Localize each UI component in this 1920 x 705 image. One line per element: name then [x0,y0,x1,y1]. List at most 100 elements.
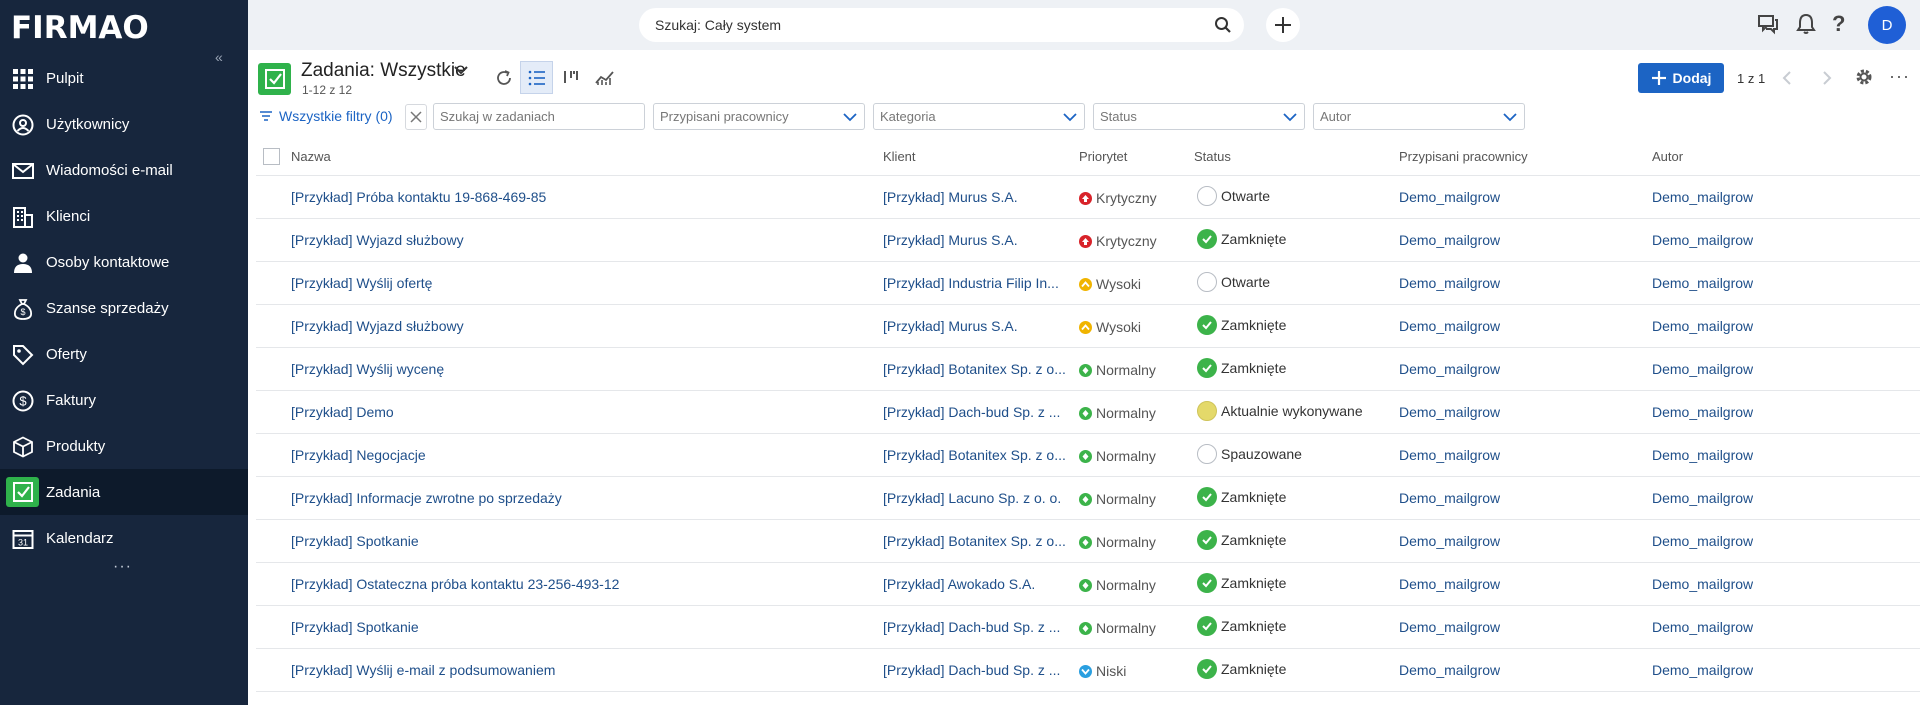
assigned-employee-link[interactable]: Demo_mailgrow [1399,275,1500,291]
task-name-link[interactable]: [Przykład] Wyślij wycenę [291,361,871,377]
client-link[interactable]: [Przykład] Botanitex Sp. z o... [883,533,1071,549]
client-link[interactable]: [Przykład] Dach-bud Sp. z ... [883,619,1071,635]
next-page-icon[interactable] [1821,70,1833,91]
author-link[interactable]: Demo_mailgrow [1652,490,1753,506]
more-options-icon[interactable]: ··· [1889,66,1910,87]
column-header-name[interactable]: Nazwa [291,149,331,164]
client-link[interactable]: [Przykład] Lacuno Sp. z o. o. [883,490,1071,506]
table-row[interactable]: [Przykład] Wyjazd służbowy [Przykład] Mur… [256,219,1920,262]
sidebar-item-oferty[interactable]: Oferty [0,331,248,377]
client-link[interactable]: [Przykład] Botanitex Sp. z o... [883,447,1071,463]
sidebar-item-kalendarz[interactable]: 31 Kalendarz [0,515,248,561]
chevron-down-icon[interactable] [453,63,469,81]
author-link[interactable]: Demo_mailgrow [1652,232,1753,248]
assigned-employee-link[interactable]: Demo_mailgrow [1399,232,1500,248]
gear-icon[interactable] [1854,67,1874,92]
page-title[interactable]: Zadania: Wszystkie [301,60,466,82]
table-row[interactable]: [Przykład] Informacje zwrotne po sprzeda… [256,477,1920,520]
table-row[interactable]: [Przykład] Negocjacje [Przykład] Botanite… [256,434,1920,477]
column-header-priority[interactable]: Priorytet [1079,149,1127,164]
status-cell[interactable]: Aktualnie wykonywane [1197,401,1363,421]
status-cell[interactable]: Zamknięte [1197,315,1286,335]
sidebar-item-uzytkownicy[interactable]: Użytkownicy [0,101,248,147]
assigned-employee-link[interactable]: Demo_mailgrow [1399,576,1500,592]
refresh-button[interactable] [487,61,520,94]
client-link[interactable]: [Przykład] Industria Filip In... [883,275,1071,291]
sidebar-item-faktury[interactable]: $ Faktury [0,377,248,423]
kanban-view-button[interactable] [554,61,587,94]
chat-icon[interactable] [1757,13,1779,39]
client-link[interactable]: [Przykład] Murus S.A. [883,189,1071,205]
clear-filters-button[interactable] [405,104,427,130]
table-row[interactable]: [Przykład] Próba kontaktu 19-868-469-85 [… [256,176,1920,219]
assigned-employee-link[interactable]: Demo_mailgrow [1399,619,1500,635]
table-row[interactable]: [Przykład] Wyjazd służbowy [Przykład] Mur… [256,305,1920,348]
table-row[interactable]: [Przykład] Spotkanie [Przykład] Botanitex… [256,520,1920,563]
column-header-assigned[interactable]: Przypisani pracownicy [1399,149,1528,164]
task-name-link[interactable]: [Przykład] Wyślij e-mail z podsumowaniem [291,662,871,678]
assigned-employee-link[interactable]: Demo_mailgrow [1399,189,1500,205]
assigned-employee-link[interactable]: Demo_mailgrow [1399,662,1500,678]
sidebar-item-osoby-kontaktowe[interactable]: Osoby kontaktowe [0,239,248,285]
table-row[interactable]: [Przykład] Ostateczna próba kontaktu 23-… [256,563,1920,606]
assigned-employee-link[interactable]: Demo_mailgrow [1399,318,1500,334]
global-search-input[interactable]: Szukaj: Cały system [639,8,1244,42]
task-name-link[interactable]: [Przykład] Wyślij ofertę [291,275,871,291]
task-name-link[interactable]: [Przykład] Demo [291,404,871,420]
assigned-employee-link[interactable]: Demo_mailgrow [1399,533,1500,549]
list-view-button[interactable] [520,61,553,94]
task-name-link[interactable]: [Przykład] Ostateczna próba kontaktu 23-… [291,576,871,592]
sidebar-item-wiadomosci-e-mail[interactable]: Wiadomości e-mail [0,147,248,193]
sidebar-item-pulpit[interactable]: Pulpit [0,55,248,101]
assigned-employee-link[interactable]: Demo_mailgrow [1399,404,1500,420]
chart-view-button[interactable] [588,61,621,94]
help-icon[interactable]: ? [1832,11,1845,37]
status-cell[interactable]: Zamknięte [1197,358,1286,378]
author-link[interactable]: Demo_mailgrow [1652,576,1753,592]
client-link[interactable]: [Przykład] Botanitex Sp. z o... [883,361,1071,377]
client-link[interactable]: [Przykład] Dach-bud Sp. z ... [883,662,1071,678]
select-all-checkbox[interactable] [263,148,280,165]
client-link[interactable]: [Przykład] Dach-bud Sp. z ... [883,404,1071,420]
task-name-link[interactable]: [Przykład] Wyjazd służbowy [291,232,871,248]
add-task-button[interactable]: Dodaj [1638,63,1724,93]
task-name-link[interactable]: [Przykład] Próba kontaktu 19-868-469-85 [291,189,871,205]
all-filters-button[interactable]: Wszystkie filtry (0) [259,108,393,124]
task-name-link[interactable]: [Przykład] Spotkanie [291,533,871,549]
assigned-employee-link[interactable]: Demo_mailgrow [1399,361,1500,377]
author-link[interactable]: Demo_mailgrow [1652,275,1753,291]
status-cell[interactable]: Zamknięte [1197,659,1286,679]
sidebar-item-szanse-sprzedazy[interactable]: $ Szanse sprzedaży [0,285,248,331]
table-row[interactable]: [Przykład] Demo [Przykład] Dach-bud Sp. z… [256,391,1920,434]
author-link[interactable]: Demo_mailgrow [1652,619,1753,635]
status-cell[interactable]: Zamknięte [1197,616,1286,636]
author-link[interactable]: Demo_mailgrow [1652,361,1753,377]
prev-page-icon[interactable] [1781,70,1793,91]
search-icon[interactable] [1214,16,1232,37]
client-link[interactable]: [Przykład] Awokado S.A. [883,576,1071,592]
author-link[interactable]: Demo_mailgrow [1652,404,1753,420]
status-filter-select[interactable]: Status [1093,103,1305,130]
assigned-employee-link[interactable]: Demo_mailgrow [1399,447,1500,463]
status-cell[interactable]: Spauzowane [1197,444,1302,464]
status-cell[interactable]: Zamknięte [1197,573,1286,593]
status-cell[interactable]: Zamknięte [1197,487,1286,507]
sidebar-item-produkty[interactable]: Produkty [0,423,248,469]
quick-add-button[interactable] [1266,8,1300,42]
table-row[interactable]: [Przykład] Wyślij ofertę [Przykład] Indus… [256,262,1920,305]
author-link[interactable]: Demo_mailgrow [1652,533,1753,549]
client-link[interactable]: [Przykład] Murus S.A. [883,318,1071,334]
bell-icon[interactable] [1796,13,1816,39]
client-link[interactable]: [Przykład] Murus S.A. [883,232,1071,248]
status-cell[interactable]: Zamknięte [1197,229,1286,249]
column-header-client[interactable]: Klient [883,149,916,164]
status-cell[interactable]: Zamknięte [1197,530,1286,550]
sidebar-item-klienci[interactable]: Klienci [0,193,248,239]
task-name-link[interactable]: [Przykład] Negocjacje [291,447,871,463]
task-search-input[interactable]: Szukaj w zadaniach [433,103,645,130]
author-link[interactable]: Demo_mailgrow [1652,447,1753,463]
column-header-author[interactable]: Autor [1652,149,1683,164]
task-name-link[interactable]: [Przykład] Informacje zwrotne po sprzeda… [291,490,871,506]
author-link[interactable]: Demo_mailgrow [1652,189,1753,205]
more-menu-icon[interactable]: ··· [113,558,132,576]
